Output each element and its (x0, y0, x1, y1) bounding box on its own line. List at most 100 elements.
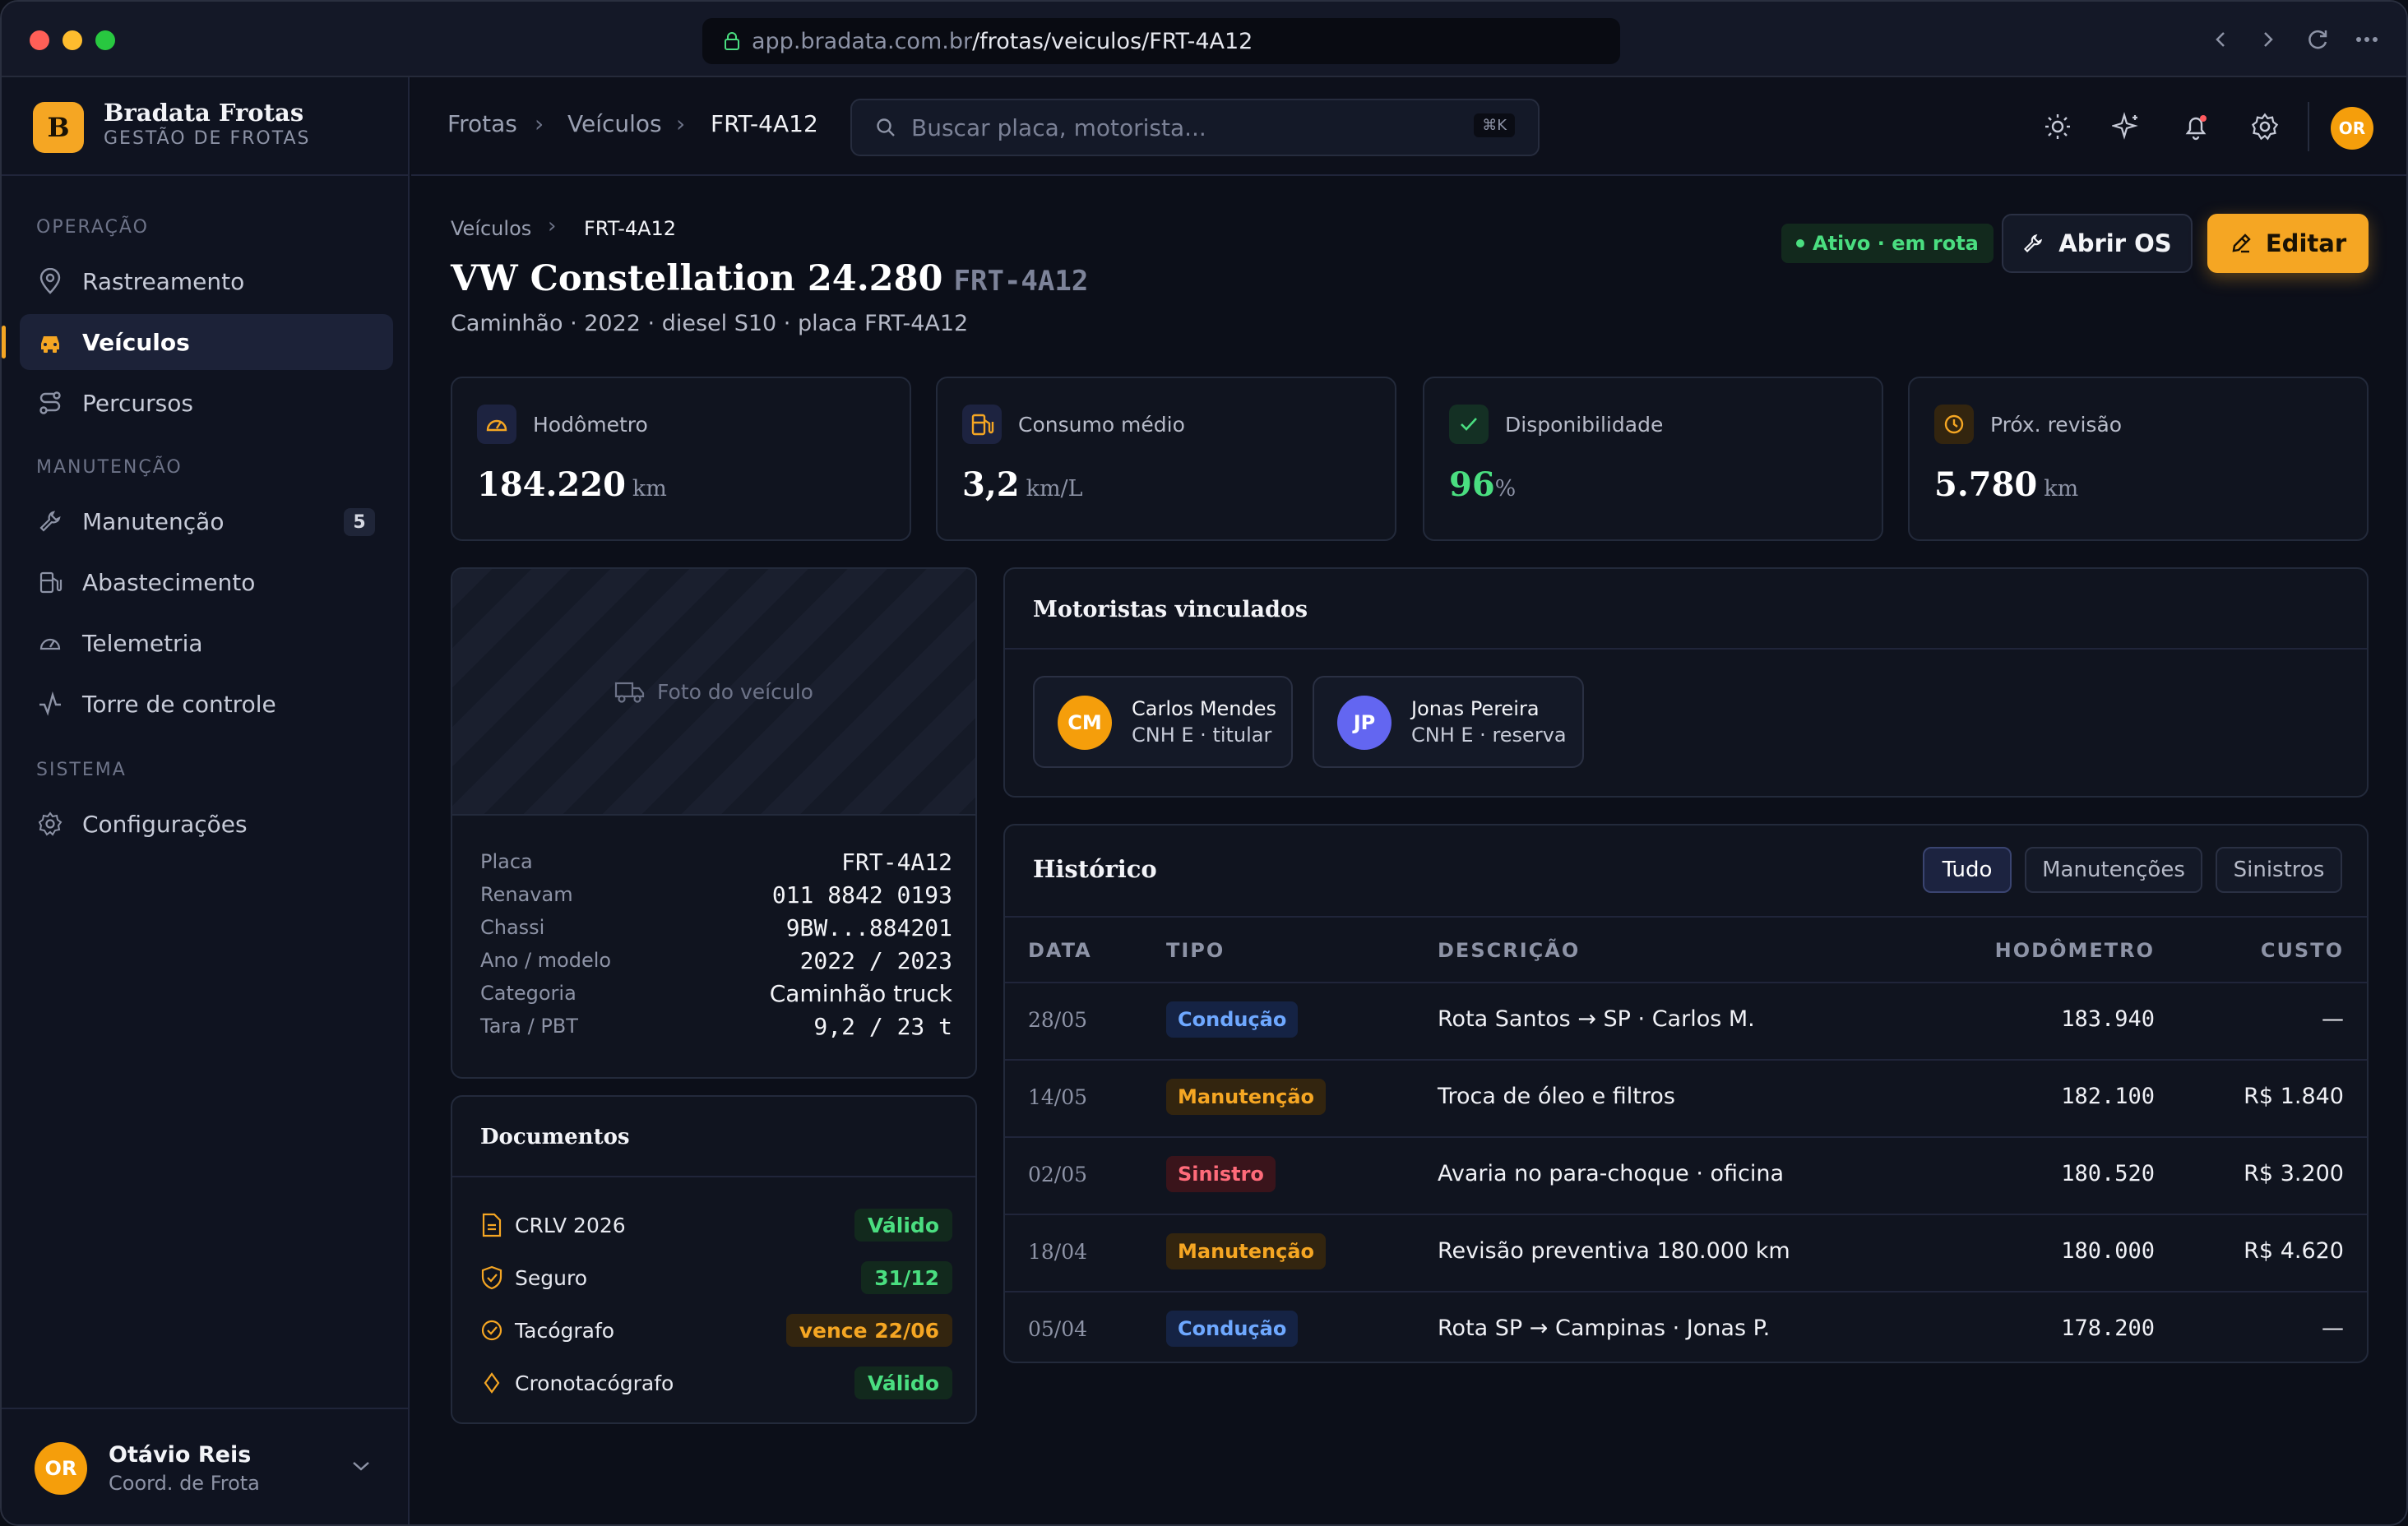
divider (2308, 102, 2309, 151)
header-avatar[interactable]: OR (2331, 107, 2373, 150)
column-header-descricao[interactable]: DESCRIÇÃO (1438, 939, 1580, 962)
open-os-label: Abrir OS (2058, 229, 2172, 257)
row-description: Revisão preventiva 180.000 km (1438, 1238, 1790, 1264)
sidebar-item-label: Manutenção (82, 507, 225, 535)
driver-chip-jonas[interactable]: JP Jonas Pereira CNH E · reserva (1313, 676, 1584, 768)
document-row-cronotacografo[interactable]: Cronotacógrafo Válido (480, 1363, 952, 1403)
document-status-badge: Válido (854, 1366, 952, 1399)
user-role: Coord. de Frota (109, 1472, 260, 1495)
tab-tudo[interactable]: Tudo (1923, 847, 2012, 893)
tab-sinistros[interactable]: Sinistros (2216, 847, 2342, 893)
breadcrumb-frotas[interactable]: Frotas (447, 110, 517, 137)
back-icon[interactable] (2206, 25, 2235, 54)
document-row-crlv[interactable]: CRLV 2026 Válido (480, 1205, 952, 1245)
nav-section-manutencao: MANUTENÇÃO (36, 457, 183, 478)
divider (452, 1176, 975, 1177)
sidebar-item-rastreamento[interactable]: Rastreamento (20, 253, 393, 309)
divider (1005, 916, 2367, 918)
spec-key: Ano / modelo (480, 949, 612, 972)
settings-gear-icon[interactable] (2248, 110, 2281, 143)
driver-license: CNH E · titular (1132, 724, 1272, 747)
forward-icon[interactable] (2253, 25, 2283, 54)
spec-row: Renavam 011 8842 0193 (480, 878, 952, 911)
user-menu[interactable]: OR Otávio Reis Coord. de Frota (2, 1408, 408, 1524)
sidebar-item-telemetria[interactable]: Telemetria (20, 615, 393, 671)
clock-icon (1934, 405, 1974, 444)
table-row[interactable]: 14/05 Manutenção Troca de óleo e filtros… (1005, 1059, 2367, 1136)
page-subtitle: Caminhão · 2022 · diesel S10 · placa FRT… (451, 311, 969, 336)
row-cost: R$ 1.840 (2244, 1084, 2344, 1109)
row-date: 14/05 (1028, 1085, 1088, 1109)
topbar: Frotas › Veículos › FRT-4A12 Buscar plac… (411, 77, 2406, 176)
search-input[interactable]: Buscar placa, motorista... ⌘K (850, 99, 1540, 156)
table-row[interactable]: 18/04 Manutenção Revisão preventiva 180.… (1005, 1214, 2367, 1291)
vehicle-model: VW Constellation 24.280 (451, 258, 943, 299)
edit-button[interactable]: Editar (2207, 214, 2369, 273)
stat-number: 96 (1449, 465, 1495, 504)
sidebar-item-veiculos[interactable]: Veículos (2, 314, 393, 370)
sidebar: B Bradata Frotas GESTÃO DE FROTAS OPERAÇ… (2, 77, 410, 1524)
row-cost: — (2322, 1006, 2344, 1032)
bell-icon[interactable] (2179, 110, 2212, 143)
address-bar[interactable]: app.bradata.com.br/frotas/veiculos/FRT-4… (702, 18, 1620, 64)
tab-manutencoes[interactable]: Manutenções (2025, 847, 2202, 893)
sidebar-item-configuracoes[interactable]: Configurações (20, 796, 393, 852)
row-date: 05/04 (1028, 1317, 1088, 1341)
document-name: Tacógrafo (515, 1318, 615, 1343)
table-row[interactable]: 02/05 Sinistro Avaria no para-choque · o… (1005, 1136, 2367, 1214)
gauge-icon (477, 405, 516, 444)
driver-chip-carlos[interactable]: CM Carlos Mendes CNH E · titular (1033, 676, 1293, 768)
spec-key: Placa (480, 850, 533, 873)
row-description: Avaria no para-choque · oficina (1438, 1161, 1785, 1186)
table-row[interactable]: 28/05 Condução Rota Santos → SP · Carlos… (1005, 982, 2367, 1059)
vehicle-photo-placeholder[interactable]: Foto do veículo (452, 569, 975, 816)
document-status-badge: vence 22/06 (785, 1314, 952, 1347)
row-description: Rota Santos → SP · Carlos M. (1438, 1006, 1755, 1032)
sparkle-icon[interactable] (2110, 110, 2143, 143)
stat-label: Próx. revisão (1990, 413, 2123, 437)
page-breadcrumb-veiculos[interactable]: Veículos (451, 217, 531, 240)
reload-icon[interactable] (2303, 25, 2332, 54)
row-description: Troca de óleo e filtros (1438, 1084, 1675, 1109)
spec-row: Chassi 9BW...884201 (480, 911, 952, 944)
table-row[interactable]: 05/04 Condução Rota SP → Campinas · Jona… (1005, 1291, 2367, 1362)
sidebar-item-torre-de-controle[interactable]: Torre de controle (20, 676, 393, 732)
theme-toggle-icon[interactable] (2041, 110, 2074, 143)
truck-icon (614, 678, 646, 705)
sidebar-item-manutencao[interactable]: Manutenção 5 (20, 493, 393, 549)
breadcrumb-veiculos[interactable]: Veículos (567, 110, 662, 137)
document-row-seguro[interactable]: Seguro 31/12 (480, 1258, 952, 1297)
close-window-button[interactable] (30, 30, 49, 50)
sidebar-item-label: Abastecimento (82, 568, 256, 596)
brand-logo[interactable]: B (33, 102, 84, 153)
more-icon[interactable] (2352, 25, 2382, 54)
minimize-window-button[interactable] (63, 30, 82, 50)
driver-avatar: JP (1337, 696, 1392, 750)
open-os-button[interactable]: Abrir OS (2002, 214, 2193, 273)
divider (1005, 648, 2367, 650)
maximize-window-button[interactable] (95, 30, 115, 50)
column-header-custo[interactable]: CUSTO (2261, 939, 2344, 962)
sidebar-item-abastecimento[interactable]: Abastecimento (20, 554, 393, 610)
stat-value: 3,2 km/L (962, 465, 1083, 504)
row-type-badge: Manutenção (1166, 1233, 1326, 1269)
column-header-data[interactable]: DATA (1028, 939, 1092, 962)
document-status-badge: 31/12 (861, 1261, 952, 1294)
spec-value: 9BW...884201 (785, 913, 952, 941)
spec-value: 2022 / 2023 (799, 946, 952, 974)
brand: B Bradata Frotas GESTÃO DE FROTAS (2, 77, 408, 176)
stat-value: 5.780 km (1934, 465, 2078, 504)
column-header-hodometro[interactable]: HODÔMETRO (1995, 939, 2155, 962)
status-text: Ativo · em rota (1813, 232, 1979, 255)
row-odometer: 183.940 (2061, 1006, 2155, 1032)
column-header-tipo[interactable]: TIPO (1166, 939, 1225, 962)
sidebar-item-label: Rastreamento (82, 267, 245, 295)
stat-unit: km/L (1026, 476, 1083, 502)
sidebar-item-percursos[interactable]: Percursos (20, 375, 393, 431)
stat-card-availability: Disponibilidade 96% (1423, 377, 1883, 541)
search-shortcut: ⌘K (1474, 113, 1515, 137)
activity-icon (36, 690, 64, 718)
document-row-tacografo[interactable]: Tacógrafo vence 22/06 (480, 1311, 952, 1350)
stat-unit: % (1494, 476, 1517, 502)
chevron-down-icon[interactable] (350, 1459, 372, 1477)
